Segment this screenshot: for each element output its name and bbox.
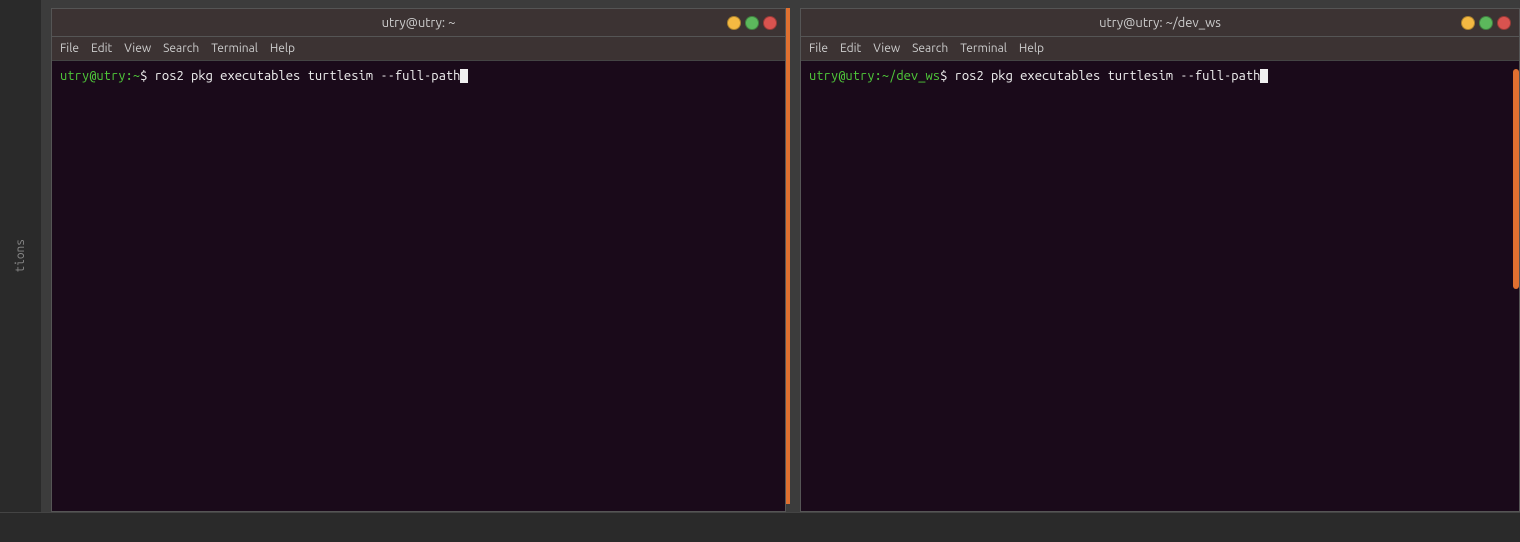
prompt-command-left: ros2 pkg executables turtlesim --full-pa…: [147, 67, 460, 85]
menu-bar-right: File Edit View Search Terminal Help: [801, 37, 1519, 61]
window-controls-right: [1461, 16, 1511, 30]
menu-edit-left[interactable]: Edit: [91, 42, 112, 55]
menu-search-right[interactable]: Search: [912, 42, 948, 55]
menu-file-right[interactable]: File: [809, 42, 828, 55]
maximize-button-right[interactable]: [1479, 16, 1493, 30]
menu-help-left[interactable]: Help: [270, 42, 295, 55]
menu-bar-left: File Edit View Search Terminal Help: [52, 37, 785, 61]
minimize-button-left[interactable]: [727, 16, 741, 30]
window-controls-left: [727, 16, 777, 30]
terminals-container: utry@utry: ~ File Edit View Search Termi…: [41, 0, 1520, 512]
prompt-dollar-left: $: [140, 67, 147, 85]
menu-view-left[interactable]: View: [124, 42, 151, 55]
menu-view-right[interactable]: View: [873, 42, 900, 55]
terminal-left-title: utry@utry: ~: [382, 16, 456, 30]
terminal-left: utry@utry: ~ File Edit View Search Termi…: [51, 8, 786, 512]
terminal-right: utry@utry: ~/dev_ws File Edit View Searc…: [800, 8, 1520, 512]
desktop: tions utry@utry: ~ File Edit View: [0, 0, 1520, 542]
menu-file-left[interactable]: File: [60, 42, 79, 55]
close-button-left[interactable]: [763, 16, 777, 30]
sidebar-label: tions: [14, 239, 27, 273]
prompt-line-right: utry@utry:~/dev_ws$ ros2 pkg executables…: [809, 67, 1511, 85]
menu-help-right[interactable]: Help: [1019, 42, 1044, 55]
left-sidebar-strip: tions: [0, 0, 41, 512]
scroll-indicator-right[interactable]: [1513, 69, 1519, 289]
menu-edit-right[interactable]: Edit: [840, 42, 861, 55]
prompt-command-right: ros2 pkg executables turtlesim --full-pa…: [947, 67, 1260, 85]
cursor-left: [460, 69, 468, 83]
prompt-user-left: utry@utry:: [60, 67, 133, 85]
cursor-right: [1260, 69, 1268, 83]
prompt-path-left: ~: [133, 67, 140, 85]
prompt-dollar-right: $: [940, 67, 947, 85]
prompt-user-right: utry@utry:: [809, 67, 882, 85]
terminal-left-body[interactable]: utry@utry:~$ ros2 pkg executables turtle…: [52, 61, 785, 511]
menu-terminal-right[interactable]: Terminal: [960, 42, 1007, 55]
terminal-right-title: utry@utry: ~/dev_ws: [1099, 16, 1221, 30]
prompt-path-right: ~/dev_ws: [882, 67, 940, 85]
terminal-right-titlebar: utry@utry: ~/dev_ws: [801, 9, 1519, 37]
maximize-button-left[interactable]: [745, 16, 759, 30]
menu-search-left[interactable]: Search: [163, 42, 199, 55]
terminals-row: tions utry@utry: ~ File Edit View: [0, 0, 1520, 512]
vertical-divider: [786, 8, 790, 504]
prompt-line-left: utry@utry:~$ ros2 pkg executables turtle…: [60, 67, 777, 85]
menu-terminal-left[interactable]: Terminal: [211, 42, 258, 55]
bottom-bar: [0, 512, 1520, 542]
terminal-right-body[interactable]: utry@utry:~/dev_ws$ ros2 pkg executables…: [801, 61, 1519, 511]
terminal-left-titlebar: utry@utry: ~: [52, 9, 785, 37]
close-button-right[interactable]: [1497, 16, 1511, 30]
minimize-button-right[interactable]: [1461, 16, 1475, 30]
